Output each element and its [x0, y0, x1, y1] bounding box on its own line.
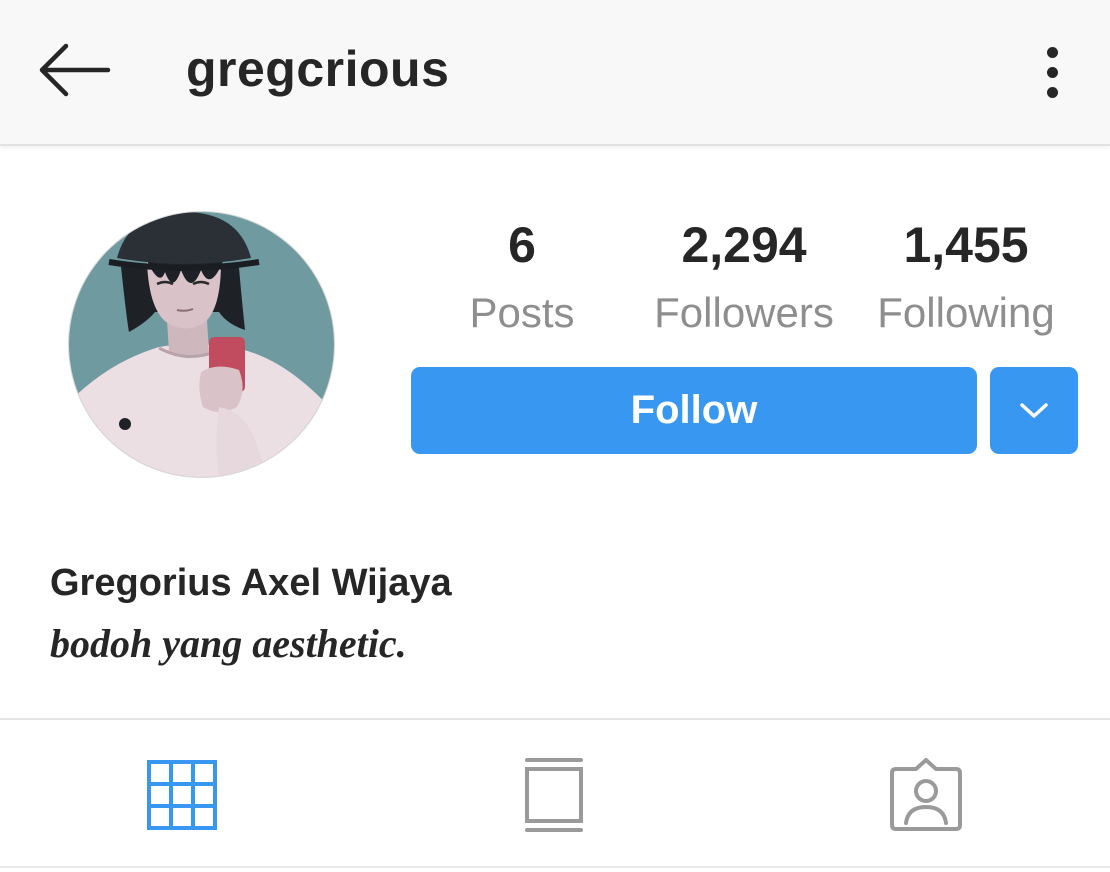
avatar[interactable]: [68, 211, 335, 478]
posts-stat: 6 Posts: [452, 220, 592, 334]
feed-icon: [525, 758, 583, 832]
back-button[interactable]: [28, 34, 118, 106]
following-stat[interactable]: 1,455 Following: [866, 220, 1066, 334]
tagged-icon: [890, 758, 962, 831]
tab-tagged[interactable]: [866, 740, 986, 850]
profile-photo: [69, 212, 334, 477]
profile-bio: bodoh yang aesthetic.: [50, 621, 407, 666]
more-vertical-icon-dot: [1046, 66, 1058, 78]
chevron-down-icon: [1020, 402, 1048, 418]
more-options-button[interactable]: [1026, 36, 1078, 108]
tab-grid[interactable]: [122, 740, 242, 850]
followers-label: Followers: [654, 289, 834, 336]
tab-feed[interactable]: [494, 740, 614, 850]
posts-label: Posts: [469, 289, 575, 336]
app-bar: gregcrious: [0, 0, 1110, 146]
bottom-divider: [0, 866, 1110, 868]
follow-button[interactable]: Follow: [411, 367, 977, 454]
tabs-divider: [0, 718, 1110, 720]
followers-count: 2,294: [681, 217, 807, 273]
posts-count: 6: [508, 217, 536, 273]
profile-username: gregcrious: [186, 41, 450, 97]
followers-stat[interactable]: 2,294 Followers: [640, 220, 848, 334]
arrow-left-icon: [39, 43, 111, 97]
following-count: 1,455: [903, 217, 1029, 273]
grid-icon: [147, 760, 217, 830]
suggestions-dropdown-button[interactable]: [990, 367, 1078, 454]
following-label: Following: [877, 289, 1055, 336]
more-vertical-icon-dot: [1046, 86, 1058, 98]
profile-full-name: Gregorius Axel Wijaya: [50, 562, 452, 604]
more-vertical-icon: [1046, 46, 1058, 58]
